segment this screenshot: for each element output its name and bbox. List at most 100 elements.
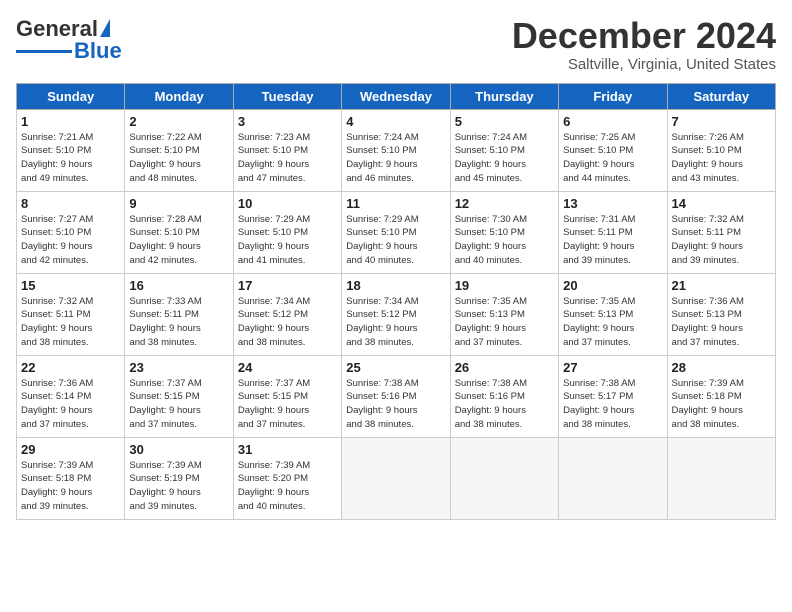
day-number: 14 [672,196,771,211]
calendar-cell: 4 Sunrise: 7:24 AM Sunset: 5:10 PM Daylig… [342,109,450,191]
day-number: 6 [563,114,662,129]
day-number: 10 [238,196,337,211]
calendar-cell: 21 Sunrise: 7:36 AM Sunset: 5:13 PM Dayli… [667,273,775,355]
day-info: Sunrise: 7:39 AM Sunset: 5:20 PM Dayligh… [238,459,337,514]
day-info: Sunrise: 7:37 AM Sunset: 5:15 PM Dayligh… [129,377,228,432]
calendar-cell: 18 Sunrise: 7:34 AM Sunset: 5:12 PM Dayli… [342,273,450,355]
day-number: 24 [238,360,337,375]
week-row-5: 29Sunrise: 7:39 AM Sunset: 5:18 PM Dayli… [17,437,776,519]
calendar-cell: 22 Sunrise: 7:36 AM Sunset: 5:14 PM Dayli… [17,355,125,437]
week-row-2: 8 Sunrise: 7:27 AM Sunset: 5:10 PM Daylig… [17,191,776,273]
day-info: Sunrise: 7:36 AM Sunset: 5:14 PM Dayligh… [21,377,120,432]
calendar-cell: 29Sunrise: 7:39 AM Sunset: 5:18 PM Dayli… [17,437,125,519]
calendar-cell: 24 Sunrise: 7:37 AM Sunset: 5:15 PM Dayli… [233,355,341,437]
week-row-4: 22 Sunrise: 7:36 AM Sunset: 5:14 PM Dayli… [17,355,776,437]
day-number: 26 [455,360,554,375]
calendar-cell: 8 Sunrise: 7:27 AM Sunset: 5:10 PM Daylig… [17,191,125,273]
day-number: 15 [21,278,120,293]
day-info: Sunrise: 7:38 AM Sunset: 5:16 PM Dayligh… [455,377,554,432]
day-info: Sunrise: 7:35 AM Sunset: 5:13 PM Dayligh… [563,295,662,350]
logo-triangle-icon [100,19,110,37]
day-info: Sunrise: 7:27 AM Sunset: 5:10 PM Dayligh… [21,213,120,268]
day-info: Sunrise: 7:35 AM Sunset: 5:13 PM Dayligh… [455,295,554,350]
title-section: December 2024 Saltville, Virginia, Unite… [512,16,776,73]
day-number: 25 [346,360,445,375]
week-row-3: 15 Sunrise: 7:32 AM Sunset: 5:11 PM Dayli… [17,273,776,355]
day-number: 4 [346,114,445,129]
calendar-cell: 25 Sunrise: 7:38 AM Sunset: 5:16 PM Dayli… [342,355,450,437]
day-info: Sunrise: 7:21 AM Sunset: 5:10 PM Dayligh… [21,131,120,186]
day-info: Sunrise: 7:37 AM Sunset: 5:15 PM Dayligh… [238,377,337,432]
day-info: Sunrise: 7:26 AM Sunset: 5:10 PM Dayligh… [672,131,771,186]
calendar-container: General Blue December 2024 Saltville, Vi… [0,0,792,612]
day-number: 1 [21,114,120,129]
day-number: 11 [346,196,445,211]
day-header-friday: Friday [559,83,667,109]
calendar-cell: 12 Sunrise: 7:30 AM Sunset: 5:10 PM Dayli… [450,191,558,273]
calendar-header-row: SundayMondayTuesdayWednesdayThursdayFrid… [17,83,776,109]
calendar-cell: 31 Sunrise: 7:39 AM Sunset: 5:20 PM Dayli… [233,437,341,519]
calendar-cell: 3Sunrise: 7:23 AM Sunset: 5:10 PM Daylig… [233,109,341,191]
calendar-cell: 9 Sunrise: 7:28 AM Sunset: 5:10 PM Daylig… [125,191,233,273]
day-header-saturday: Saturday [667,83,775,109]
calendar-cell: 23 Sunrise: 7:37 AM Sunset: 5:15 PM Dayli… [125,355,233,437]
day-info: Sunrise: 7:29 AM Sunset: 5:10 PM Dayligh… [238,213,337,268]
day-number: 3 [238,114,337,129]
day-number: 17 [238,278,337,293]
day-header-wednesday: Wednesday [342,83,450,109]
calendar-body: 1 Sunrise: 7:21 AM Sunset: 5:10 PM Daylig… [17,109,776,519]
day-info: Sunrise: 7:28 AM Sunset: 5:10 PM Dayligh… [129,213,228,268]
day-info: Sunrise: 7:38 AM Sunset: 5:17 PM Dayligh… [563,377,662,432]
day-info: Sunrise: 7:30 AM Sunset: 5:10 PM Dayligh… [455,213,554,268]
day-number: 12 [455,196,554,211]
day-number: 5 [455,114,554,129]
calendar-cell: 17 Sunrise: 7:34 AM Sunset: 5:12 PM Dayli… [233,273,341,355]
day-info: Sunrise: 7:34 AM Sunset: 5:12 PM Dayligh… [346,295,445,350]
day-header-sunday: Sunday [17,83,125,109]
day-number: 13 [563,196,662,211]
day-number: 23 [129,360,228,375]
day-number: 9 [129,196,228,211]
calendar-cell: 27 Sunrise: 7:38 AM Sunset: 5:17 PM Dayli… [559,355,667,437]
week-row-1: 1 Sunrise: 7:21 AM Sunset: 5:10 PM Daylig… [17,109,776,191]
day-number: 27 [563,360,662,375]
day-number: 28 [672,360,771,375]
calendar-cell: 11 Sunrise: 7:29 AM Sunset: 5:10 PM Dayli… [342,191,450,273]
day-number: 31 [238,442,337,457]
location: Saltville, Virginia, United States [512,56,776,73]
day-number: 22 [21,360,120,375]
day-number: 18 [346,278,445,293]
day-header-thursday: Thursday [450,83,558,109]
day-number: 30 [129,442,228,457]
calendar-cell: 26 Sunrise: 7:38 AM Sunset: 5:16 PM Dayli… [450,355,558,437]
month-title: December 2024 [512,16,776,56]
day-info: Sunrise: 7:22 AM Sunset: 5:10 PM Dayligh… [129,131,228,186]
day-info: Sunrise: 7:29 AM Sunset: 5:10 PM Dayligh… [346,213,445,268]
day-info: Sunrise: 7:38 AM Sunset: 5:16 PM Dayligh… [346,377,445,432]
day-info: Sunrise: 7:34 AM Sunset: 5:12 PM Dayligh… [238,295,337,350]
calendar-cell: 1 Sunrise: 7:21 AM Sunset: 5:10 PM Daylig… [17,109,125,191]
day-info: Sunrise: 7:24 AM Sunset: 5:10 PM Dayligh… [346,131,445,186]
day-info: Sunrise: 7:32 AM Sunset: 5:11 PM Dayligh… [21,295,120,350]
day-number: 16 [129,278,228,293]
day-number: 2 [129,114,228,129]
calendar-cell [450,437,558,519]
calendar-cell: 6 Sunrise: 7:25 AM Sunset: 5:10 PM Daylig… [559,109,667,191]
day-info: Sunrise: 7:39 AM Sunset: 5:18 PM Dayligh… [672,377,771,432]
day-info: Sunrise: 7:36 AM Sunset: 5:13 PM Dayligh… [672,295,771,350]
calendar-cell: 5Sunrise: 7:24 AM Sunset: 5:10 PM Daylig… [450,109,558,191]
day-header-monday: Monday [125,83,233,109]
day-header-tuesday: Tuesday [233,83,341,109]
calendar-cell: 28 Sunrise: 7:39 AM Sunset: 5:18 PM Dayli… [667,355,775,437]
calendar-table: SundayMondayTuesdayWednesdayThursdayFrid… [16,83,776,520]
day-info: Sunrise: 7:25 AM Sunset: 5:10 PM Dayligh… [563,131,662,186]
logo-blue: Blue [74,38,122,64]
day-number: 8 [21,196,120,211]
day-info: Sunrise: 7:31 AM Sunset: 5:11 PM Dayligh… [563,213,662,268]
calendar-cell: 15 Sunrise: 7:32 AM Sunset: 5:11 PM Dayli… [17,273,125,355]
day-info: Sunrise: 7:39 AM Sunset: 5:19 PM Dayligh… [129,459,228,514]
day-info: Sunrise: 7:32 AM Sunset: 5:11 PM Dayligh… [672,213,771,268]
day-number: 21 [672,278,771,293]
calendar-cell: 2 Sunrise: 7:22 AM Sunset: 5:10 PM Daylig… [125,109,233,191]
day-number: 20 [563,278,662,293]
